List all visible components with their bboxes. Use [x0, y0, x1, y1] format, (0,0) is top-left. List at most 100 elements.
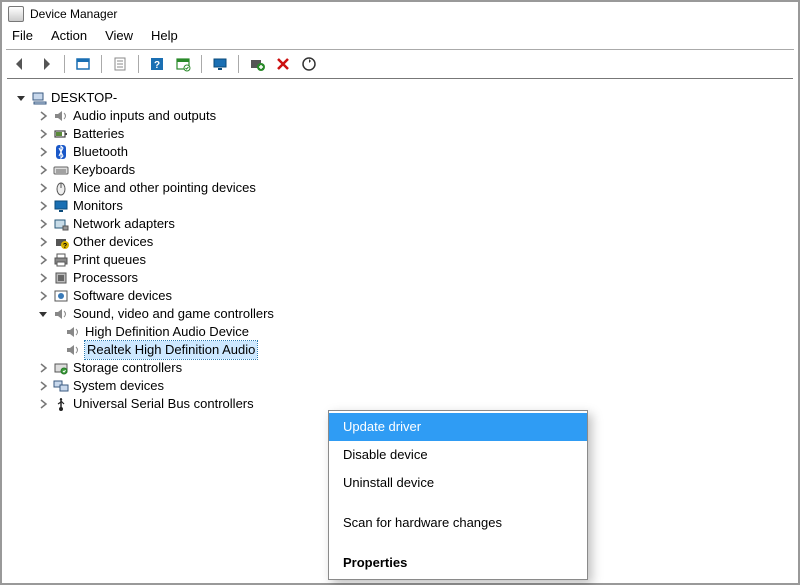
chevron-right-icon[interactable] — [37, 110, 49, 122]
tree-item-storage[interactable]: Storage controllers — [11, 359, 787, 377]
tree-item-label: High Definition Audio Device — [85, 323, 249, 341]
menu-file[interactable]: File — [12, 28, 33, 43]
chevron-right-icon[interactable] — [37, 200, 49, 212]
chevron-right-icon[interactable] — [37, 164, 49, 176]
context-menu-disable-device[interactable]: Disable device — [329, 441, 587, 469]
context-menu: Update driver Disable device Uninstall d… — [328, 410, 588, 580]
bluetooth-icon — [53, 144, 69, 160]
uninstall-button[interactable] — [273, 54, 293, 74]
chevron-right-icon[interactable] — [37, 182, 49, 194]
context-menu-properties[interactable]: Properties — [329, 549, 587, 577]
tree-item-other[interactable]: Other devices — [11, 233, 787, 251]
tree-item-label: Audio inputs and outputs — [73, 107, 216, 125]
monitor-icon — [53, 198, 69, 214]
software-icon — [53, 288, 69, 304]
tree-root-label: DESKTOP- — [51, 89, 117, 107]
tree-item-system[interactable]: System devices — [11, 377, 787, 395]
tree-root[interactable]: DESKTOP- — [11, 89, 787, 107]
toolbar-separator — [201, 55, 202, 73]
chevron-right-icon[interactable] — [37, 272, 49, 284]
title-bar: Device Manager — [2, 2, 798, 26]
properties-button[interactable] — [110, 54, 130, 74]
tree-item-label: Print queues — [73, 251, 146, 269]
add-hardware-button[interactable] — [247, 54, 267, 74]
tree-item-bluetooth[interactable]: Bluetooth — [11, 143, 787, 161]
chevron-down-icon[interactable] — [37, 308, 49, 320]
tree-item-label: Software devices — [73, 287, 172, 305]
speaker-icon — [53, 108, 69, 124]
app-icon — [8, 6, 24, 22]
toolbar-separator — [238, 55, 239, 73]
tree-item-label-selected: Realtek High Definition Audio — [85, 341, 257, 359]
tree-item-label: Other devices — [73, 233, 153, 251]
context-menu-scan-hardware[interactable]: Scan for hardware changes — [329, 509, 587, 537]
tree-item-print[interactable]: Print queues — [11, 251, 787, 269]
tree-item-batteries[interactable]: Batteries — [11, 125, 787, 143]
chevron-down-icon[interactable] — [15, 92, 27, 104]
speaker-icon — [65, 342, 81, 358]
printer-icon — [53, 252, 69, 268]
window-title: Device Manager — [30, 7, 117, 21]
computer-icon — [31, 90, 47, 106]
update-driver-button[interactable] — [173, 54, 193, 74]
tree-item-label: System devices — [73, 377, 164, 395]
tree-item-label: Storage controllers — [73, 359, 182, 377]
system-icon — [53, 378, 69, 394]
battery-icon — [53, 126, 69, 142]
speaker-icon — [53, 306, 69, 322]
chevron-right-icon[interactable] — [37, 362, 49, 374]
speaker-icon — [65, 324, 81, 340]
tree-item-label: Mice and other pointing devices — [73, 179, 256, 197]
toolbar — [2, 50, 798, 78]
chevron-right-icon[interactable] — [37, 380, 49, 392]
network-icon — [53, 216, 69, 232]
chevron-right-icon[interactable] — [37, 398, 49, 410]
tree-item-network[interactable]: Network adapters — [11, 215, 787, 233]
toolbar-separator — [101, 55, 102, 73]
tree-item-label: Sound, video and game controllers — [73, 305, 274, 323]
tree-item-label: Monitors — [73, 197, 123, 215]
tree-item-label: Bluetooth — [73, 143, 128, 161]
chevron-right-icon[interactable] — [37, 254, 49, 266]
tree-item-processors[interactable]: Processors — [11, 269, 787, 287]
chevron-right-icon[interactable] — [37, 290, 49, 302]
toolbar-separator — [138, 55, 139, 73]
tree-item-label: Processors — [73, 269, 138, 287]
chevron-right-icon[interactable] — [37, 218, 49, 230]
back-button[interactable] — [10, 54, 30, 74]
usb-icon — [53, 396, 69, 412]
context-menu-update-driver[interactable]: Update driver — [329, 413, 587, 441]
tree-item-label: Universal Serial Bus controllers — [73, 395, 254, 413]
menu-view[interactable]: View — [105, 28, 133, 43]
chevron-right-icon[interactable] — [37, 146, 49, 158]
toolbar-separator — [64, 55, 65, 73]
monitor-button[interactable] — [210, 54, 230, 74]
tree-item-software[interactable]: Software devices — [11, 287, 787, 305]
tree-item-label: Keyboards — [73, 161, 135, 179]
keyboard-icon — [53, 162, 69, 178]
tree-item-hd-audio[interactable]: High Definition Audio Device — [11, 323, 787, 341]
context-menu-uninstall-device[interactable]: Uninstall device — [329, 469, 587, 497]
scan-hardware-button[interactable] — [299, 54, 319, 74]
tree-item-realtek-audio[interactable]: Realtek High Definition Audio — [11, 341, 787, 359]
tree-item-keyboards[interactable]: Keyboards — [11, 161, 787, 179]
menu-help[interactable]: Help — [151, 28, 178, 43]
chevron-right-icon[interactable] — [37, 128, 49, 140]
tree-item-monitors[interactable]: Monitors — [11, 197, 787, 215]
storage-icon — [53, 360, 69, 376]
show-hidden-button[interactable] — [73, 54, 93, 74]
menu-action[interactable]: Action — [51, 28, 87, 43]
tree-item-label: Batteries — [73, 125, 124, 143]
forward-button[interactable] — [36, 54, 56, 74]
mouse-icon — [53, 180, 69, 196]
tree-item-sound[interactable]: Sound, video and game controllers — [11, 305, 787, 323]
context-menu-separator — [329, 537, 587, 549]
context-menu-separator — [329, 497, 587, 509]
device-tree[interactable]: DESKTOP- Audio inputs and outputs Batter… — [7, 85, 793, 417]
tree-item-mice[interactable]: Mice and other pointing devices — [11, 179, 787, 197]
help-button[interactable] — [147, 54, 167, 74]
menu-bar: File Action View Help — [2, 26, 798, 49]
tree-item-label: Network adapters — [73, 215, 175, 233]
tree-item-audio[interactable]: Audio inputs and outputs — [11, 107, 787, 125]
chevron-right-icon[interactable] — [37, 236, 49, 248]
